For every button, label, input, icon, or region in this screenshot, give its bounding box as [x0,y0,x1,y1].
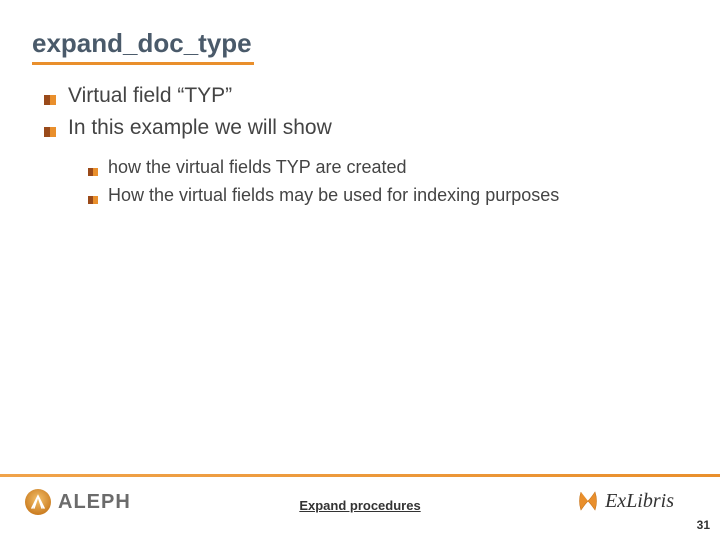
aleph-logo: ALEPH [24,488,131,516]
title-underline [32,62,254,65]
bullet-icon [44,124,56,142]
list-item: Virtual field “TYP” [44,82,680,110]
list-item-text: how the virtual fields TYP are created [108,155,407,179]
page-number: 31 [697,518,710,532]
slide-footer: ALEPH Expand procedures ExLibris 31 [0,474,720,540]
footer-link[interactable]: Expand procedures [299,498,420,513]
exlibris-logo-icon [575,488,601,514]
bullet-icon [88,191,98,209]
slide-content: Virtual field “TYP” In this example we w… [44,82,680,211]
list-item: how the virtual fields TYP are created [88,155,680,181]
list-item-text: How the virtual fields may be used for i… [108,183,559,207]
bullet-icon [44,92,56,110]
aleph-logo-text: ALEPH [58,491,131,514]
exlibris-logo-text: ExLibris [605,490,674,513]
slide: expand_doc_type Virtual field “TYP” In t… [0,0,720,540]
list-item-text: Virtual field “TYP” [68,82,232,110]
footer-divider [0,474,720,477]
bullet-icon [88,163,98,181]
aleph-logo-icon [24,488,52,516]
slide-title: expand_doc_type [32,28,252,59]
list-item: How the virtual fields may be used for i… [88,183,680,209]
exlibris-logo: ExLibris [575,488,674,514]
list-item: In this example we will show [44,114,680,142]
sublist: how the virtual fields TYP are created H… [88,155,680,209]
list-item-text: In this example we will show [68,114,332,142]
